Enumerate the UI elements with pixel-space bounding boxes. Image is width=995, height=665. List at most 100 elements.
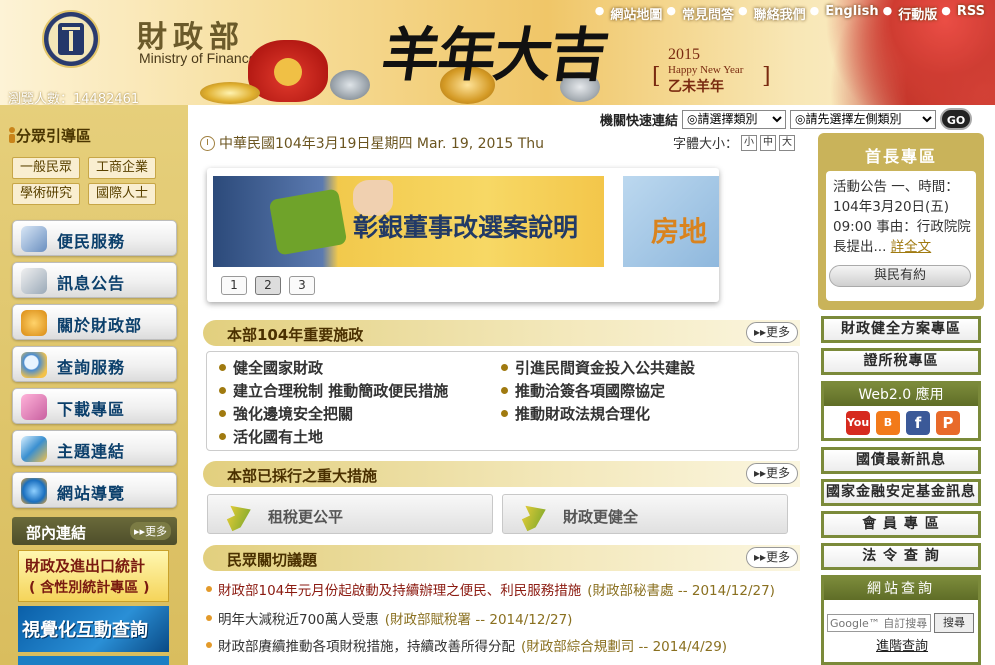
menu-announcements[interactable]: 訊息公告 bbox=[12, 262, 177, 298]
measure-fair-tax-button[interactable]: 租稅更公平 bbox=[207, 494, 493, 534]
advanced-search-link[interactable]: 進階查詢 bbox=[876, 635, 928, 654]
clock-icon bbox=[200, 135, 215, 151]
minister-section: 首長專區 活動公告 一、時間：104年3月20日(五) 09:00 事由：行政院… bbox=[818, 133, 984, 310]
guide-general-public[interactable]: 一般民眾 bbox=[12, 157, 80, 179]
facebook-icon[interactable]: f bbox=[906, 411, 930, 435]
read-more-link[interactable]: 詳全文 bbox=[891, 239, 932, 255]
topnav-mobile[interactable]: 行動版 bbox=[898, 4, 937, 23]
topnav-english[interactable]: English bbox=[825, 4, 878, 23]
policy-item[interactable]: 活化國有土地 bbox=[219, 426, 323, 447]
law-query-button[interactable]: 法 令 查 詢 bbox=[821, 543, 981, 570]
stabilization-fund-button[interactable]: 國家金融安定基金訊息 bbox=[821, 479, 981, 506]
visitor-counter: 瀏覽人數：14482461 bbox=[8, 92, 140, 105]
concerns-more-button[interactable]: ▸▸更多 bbox=[746, 547, 798, 568]
menu-about[interactable]: 關於財政部 bbox=[12, 304, 177, 340]
font-medium-button[interactable]: 中 bbox=[760, 134, 777, 151]
carousel-slide-1[interactable]: 彰銀董事改選案說明 bbox=[213, 176, 604, 267]
menu-label: 下載專區 bbox=[57, 400, 126, 419]
person-icon bbox=[9, 127, 15, 143]
promo-banner-3[interactable] bbox=[18, 656, 169, 665]
slide-1-title: 彰銀董事改選案說明 bbox=[353, 213, 579, 242]
agency-select[interactable]: ◎請先選擇左側類別 bbox=[790, 109, 937, 129]
policy-item[interactable]: 建立合理稅制 推動簡政便民措施 bbox=[219, 380, 448, 401]
policy-item[interactable]: 推動財政法規合理化 bbox=[501, 403, 650, 424]
topnav-faq[interactable]: 常見問答 bbox=[682, 4, 734, 23]
visual-query-banner[interactable]: 視覺化互動查詢 bbox=[18, 606, 169, 652]
minister-section-title: 首長專區 bbox=[864, 147, 937, 166]
go-button[interactable]: GO bbox=[940, 108, 973, 130]
plurk-icon[interactable]: P bbox=[936, 411, 960, 435]
site-search-button[interactable]: 搜尋 bbox=[934, 613, 974, 633]
menu-theme-links[interactable]: 主題連結 bbox=[12, 430, 177, 466]
national-debt-button[interactable]: 國債最新訊息 bbox=[821, 447, 981, 474]
policy-item[interactable]: 推動洽簽各項國際協定 bbox=[501, 380, 665, 401]
banner-carousel: 彰銀董事改選案說明 房地 1 2 3 bbox=[207, 168, 719, 302]
slide-2-title: 房地 bbox=[651, 215, 708, 248]
youtube-icon[interactable]: You bbox=[846, 411, 870, 435]
news-item[interactable]: 明年大減稅近700萬人受惠 (財政部賦稅署 -- 2014/12/27) bbox=[204, 608, 572, 628]
date-display: 中華民國104年3月19日星期四 Mar. 19, 2015 Thu bbox=[200, 133, 544, 153]
web20-panel: Web2.0 應用 You B f P bbox=[821, 381, 981, 441]
gold-ingot-icon bbox=[200, 82, 260, 104]
site-search-input[interactable] bbox=[827, 614, 931, 632]
pager-1[interactable]: 1 bbox=[221, 276, 247, 295]
policy-item[interactable]: 引進民間資金投入公共建設 bbox=[501, 357, 695, 378]
blogger-icon[interactable]: B bbox=[876, 411, 900, 435]
category-select[interactable]: ◎請選擇類別 bbox=[682, 109, 787, 129]
topnav-sitemap[interactable]: 網站地圖 bbox=[610, 4, 662, 23]
site-search-title: 網站查詢 bbox=[824, 578, 978, 600]
menu-inquiry[interactable]: 查詢服務 bbox=[12, 346, 177, 382]
news-item[interactable]: 財政部104年元月份起啟動及持續辦理之便民、利民服務措施 (財政部秘書處 -- 2… bbox=[204, 579, 775, 599]
menu-site-guide[interactable]: 網站導覽 bbox=[12, 472, 177, 508]
font-size-control: 字體大小： 小 中 大 bbox=[673, 133, 796, 152]
folder-icon bbox=[21, 394, 47, 420]
minister-section-body: 活動公告 一、時間：104年3月20日(五) 09:00 事由：行政院院長提出.… bbox=[826, 171, 976, 301]
stats-promo-banner[interactable]: 財政及進出口統計 ( 含性別統計專區 ) bbox=[18, 550, 169, 602]
puzzle-piece-icon bbox=[268, 188, 348, 256]
internal-links-more-button[interactable]: ▸▸更多 bbox=[129, 522, 171, 540]
ministry-emblem-logo[interactable] bbox=[42, 10, 100, 68]
menu-label: 網站導覽 bbox=[57, 484, 126, 503]
menu-label: 便民服務 bbox=[57, 232, 126, 251]
top-nav: ● 網站地圖 ● 常見問答 ● 聯絡我們 ● English ● 行動版 ● RSS bbox=[594, 4, 985, 23]
agency-quick-links: 機關快速連結 ◎請選擇類別 ◎請先選擇左側類別 GO bbox=[600, 108, 973, 130]
red-lucky-bag-icon bbox=[248, 40, 328, 102]
menu-public-services[interactable]: 便民服務 bbox=[12, 220, 177, 256]
pager-2[interactable]: 2 bbox=[255, 276, 281, 295]
ny-year: 2015 bbox=[668, 46, 700, 63]
menu-downloads[interactable]: 下載專區 bbox=[12, 388, 177, 424]
promo-line1: 財政及進出口統計 bbox=[25, 557, 146, 575]
topnav-contact[interactable]: 聯絡我們 bbox=[754, 4, 806, 23]
topnav-rss[interactable]: RSS bbox=[957, 4, 985, 23]
quick-links-label: 機關快速連結 bbox=[600, 113, 679, 129]
carousel-pager: 1 2 3 bbox=[221, 276, 315, 295]
meet-public-button[interactable]: 與民有約 bbox=[829, 265, 971, 287]
guide-business[interactable]: 工商企業 bbox=[88, 157, 156, 179]
securities-tax-button[interactable]: 證所稅專區 bbox=[821, 348, 981, 375]
pager-3[interactable]: 3 bbox=[289, 276, 315, 295]
font-small-button[interactable]: 小 bbox=[741, 134, 758, 151]
fiscal-plan-button[interactable]: 財政健全方案專區 bbox=[821, 316, 981, 343]
guide-academic[interactable]: 學術研究 bbox=[12, 183, 80, 205]
guide-international[interactable]: 國際人士 bbox=[88, 183, 156, 205]
policy-list: 健全國家財政 建立合理稅制 推動簡政便民措施 強化邊境安全把關 活化國有土地 引… bbox=[206, 351, 799, 451]
promo-label: 視覺化互動查詢 bbox=[22, 620, 148, 641]
measures-more-button[interactable]: ▸▸更多 bbox=[746, 463, 798, 484]
measure-sound-finance-button[interactable]: 財政更健全 bbox=[502, 494, 788, 534]
news-item[interactable]: 財政部賡續推動各項財稅措施，持續改善所得分配 (財政部綜合規劃司 -- 2014/… bbox=[204, 635, 727, 655]
font-size-label: 字體大小： bbox=[673, 137, 739, 152]
section-important-policies: 本部104年重要施政 ▸▸更多 bbox=[203, 320, 800, 346]
menu-label: 關於財政部 bbox=[57, 316, 143, 335]
font-large-button[interactable]: 大 bbox=[779, 134, 796, 151]
ny-greeting-en: Happy New Year bbox=[668, 64, 744, 76]
member-area-button[interactable]: 會 員 專 區 bbox=[821, 511, 981, 538]
policy-item[interactable]: 健全國家財政 bbox=[219, 357, 323, 378]
new-year-calligraphy: 羊年大吉 bbox=[377, 21, 612, 89]
policies-more-button[interactable]: ▸▸更多 bbox=[746, 322, 798, 343]
policy-item[interactable]: 強化邊境安全把關 bbox=[219, 403, 353, 424]
menu-label: 主題連結 bbox=[57, 442, 126, 461]
promo-line2: ( 含性別統計專區 ) bbox=[29, 580, 150, 596]
ny-greeting-zh: 乙未羊年 bbox=[668, 79, 724, 95]
carousel-slide-2[interactable]: 房地 bbox=[623, 176, 719, 267]
section-title: 民眾關切議題 bbox=[227, 551, 318, 569]
